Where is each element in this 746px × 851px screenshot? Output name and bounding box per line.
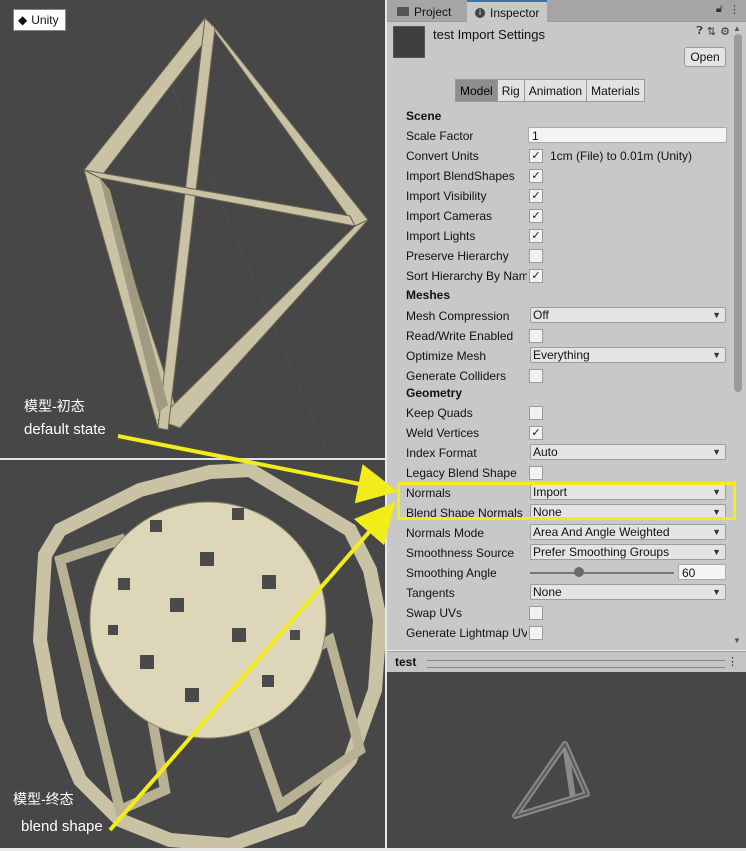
annotation-arrows xyxy=(108,434,398,832)
